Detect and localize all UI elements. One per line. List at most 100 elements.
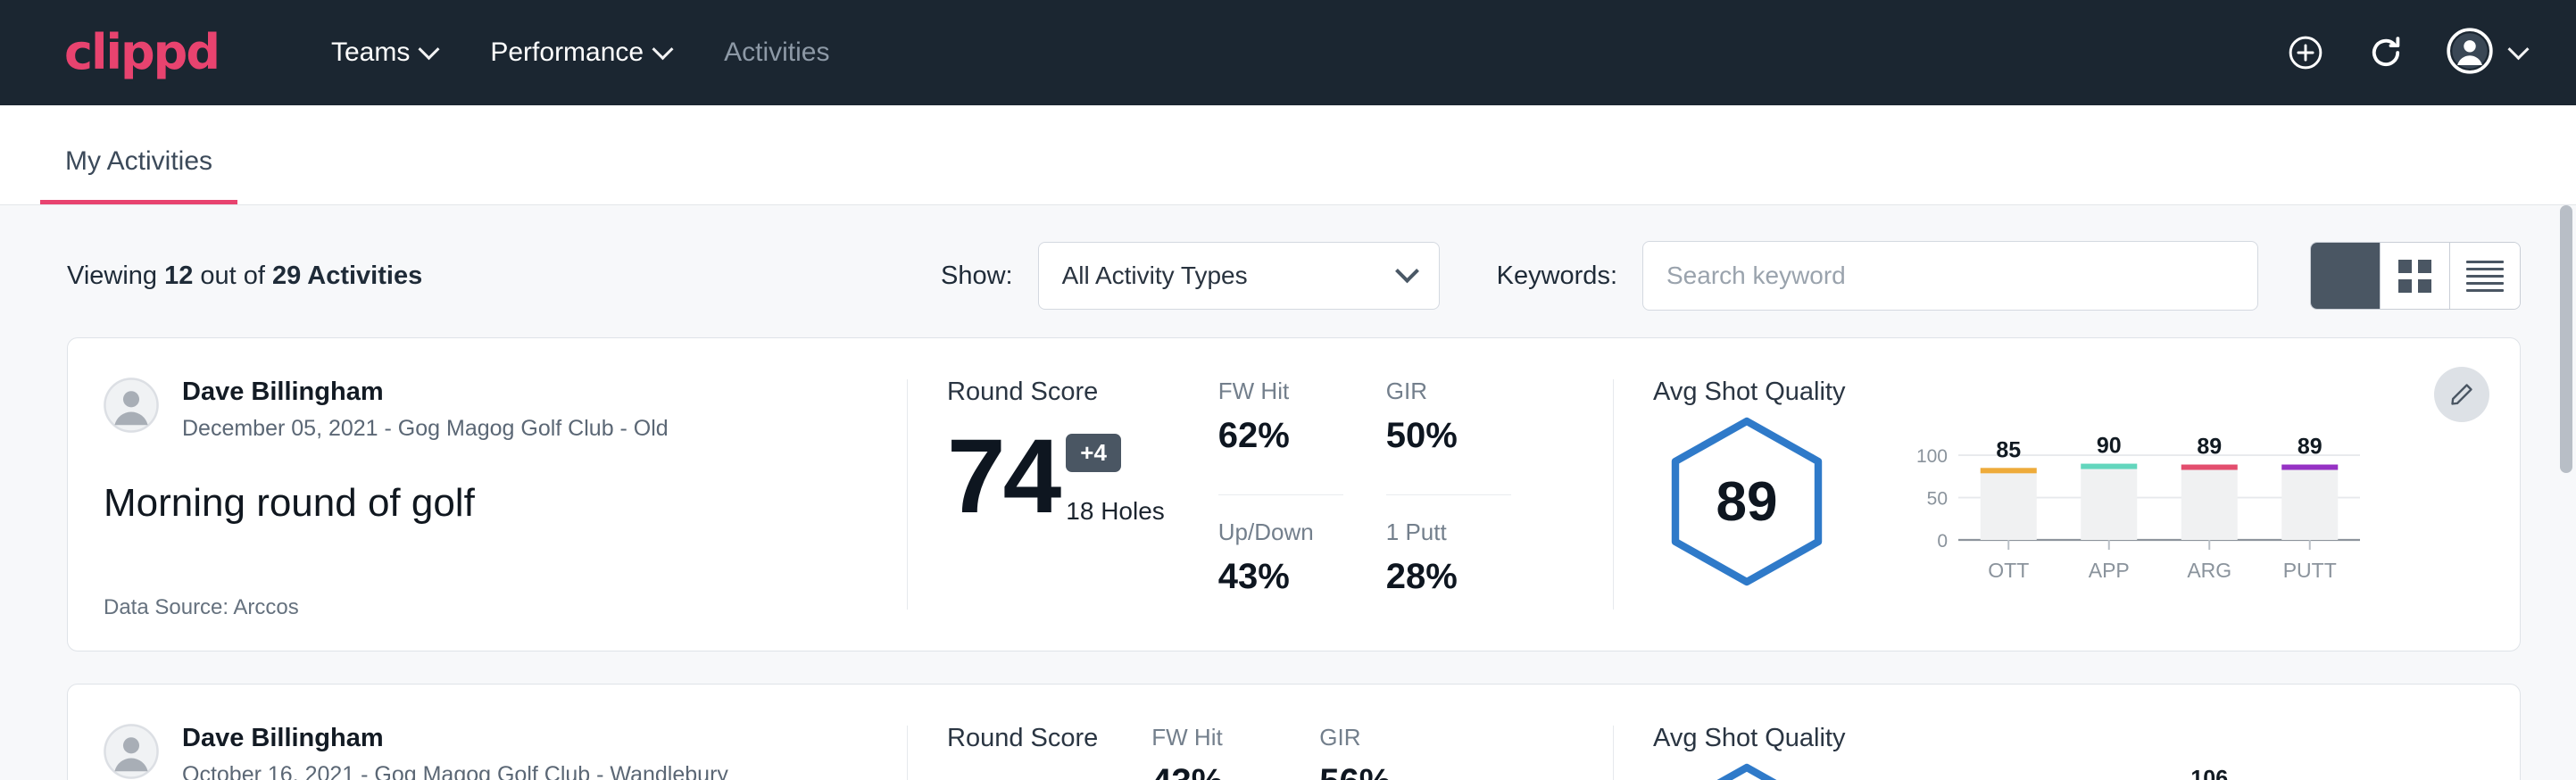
app-logo[interactable]: clippd bbox=[64, 29, 219, 77]
grid-icon bbox=[2398, 260, 2431, 293]
nav-item-performance[interactable]: Performance bbox=[463, 29, 697, 77]
score-row bbox=[947, 775, 1098, 780]
stat-value: 43% bbox=[1218, 557, 1343, 597]
stat-fw-hit: FW Hit 62% bbox=[1218, 378, 1343, 495]
svg-text:94: 94 bbox=[1996, 776, 2021, 780]
nav-item-label: Performance bbox=[490, 37, 644, 68]
stat-value: 50% bbox=[1386, 416, 1511, 456]
activity-author: Dave Billingham October 16, 2021 - Gog M… bbox=[104, 724, 871, 780]
round-score-section: Round Score FW Hit 43% bbox=[908, 685, 1613, 780]
chevron-down-icon bbox=[1395, 259, 1419, 283]
svg-text:ARG: ARG bbox=[2187, 559, 2231, 582]
svg-text:89: 89 bbox=[2197, 435, 2222, 460]
edit-activity-button[interactable] bbox=[2434, 367, 2489, 422]
add-circle-icon[interactable] bbox=[2286, 33, 2325, 72]
activity-card[interactable]: Dave Billingham October 16, 2021 - Gog M… bbox=[67, 684, 2521, 780]
stat-label: FW Hit bbox=[1151, 724, 1276, 751]
compact-list-icon bbox=[2466, 256, 2504, 296]
viewing-middle: out of bbox=[193, 261, 272, 290]
svg-text:85: 85 bbox=[1996, 437, 2021, 462]
avg-shot-quality-label: Avg Shot Quality bbox=[1653, 724, 2413, 753]
stat-label: GIR bbox=[1319, 724, 1444, 751]
svg-text:50: 50 bbox=[1927, 489, 1948, 510]
data-source-label: Data Source: Arccos bbox=[104, 560, 871, 620]
account-avatar-icon bbox=[2447, 28, 2493, 79]
stat-gir: GIR 50% bbox=[1386, 378, 1511, 495]
score-side: +4 18 Holes bbox=[1066, 428, 1165, 526]
activity-author: Dave Billingham December 05, 2021 - Gog … bbox=[104, 378, 871, 442]
round-score-section: Round Score 74 +4 18 Holes FW Hit 62% bbox=[908, 338, 1613, 651]
activity-card-list: Dave Billingham December 05, 2021 - Gog … bbox=[0, 337, 2576, 780]
score-side bbox=[954, 775, 983, 780]
scrollbar-thumb[interactable] bbox=[2560, 205, 2572, 473]
activity-title: Morning round of golf bbox=[104, 481, 871, 526]
quality-hexagon: 89 bbox=[1653, 412, 1841, 591]
nav-item-teams[interactable]: Teams bbox=[304, 29, 463, 77]
stat-value: 28% bbox=[1386, 557, 1511, 597]
quality-body: 89 05010085OTT90APP89ARG89PUTT bbox=[1653, 412, 2413, 591]
search-input[interactable] bbox=[1642, 241, 2258, 311]
activity-card[interactable]: Dave Billingham December 05, 2021 - Gog … bbox=[67, 337, 2521, 651]
list-view-button[interactable] bbox=[2311, 243, 2381, 309]
activity-type-select[interactable]: All Activity Types bbox=[1038, 242, 1440, 310]
avatar bbox=[104, 724, 159, 779]
account-menu[interactable] bbox=[2447, 28, 2526, 79]
score-row: 74 +4 18 Holes bbox=[947, 428, 1165, 526]
viewing-prefix: Viewing bbox=[67, 261, 164, 290]
activity-type-value: All Activity Types bbox=[1062, 261, 1248, 290]
round-score-label: Round Score bbox=[947, 378, 1165, 407]
svg-text:OTT: OTT bbox=[1988, 559, 2029, 582]
stat-gir: GIR 56% bbox=[1319, 724, 1444, 780]
viewing-total: 29 Activities bbox=[272, 261, 422, 290]
nav-item-label: Activities bbox=[724, 37, 829, 68]
shot-quality-bar-chart: 05010085OTT90APP89ARG89PUTT bbox=[1903, 417, 2367, 586]
stat-value: 43% bbox=[1151, 762, 1276, 780]
nav-item-activities[interactable]: Activities bbox=[697, 29, 856, 77]
score-delta-badge: +4 bbox=[1066, 434, 1121, 472]
stat-label: FW Hit bbox=[1218, 378, 1343, 405]
chevron-down-icon bbox=[2507, 38, 2529, 60]
stat-fw-hit: FW Hit 43% bbox=[1151, 724, 1276, 780]
viewing-summary: Viewing 12 out of 29 Activities bbox=[67, 261, 422, 291]
svg-text:90: 90 bbox=[2097, 434, 2122, 459]
keywords-group: Keywords: bbox=[1497, 241, 2258, 311]
top-navigation-bar: clippd Teams Performance Activities bbox=[0, 0, 2576, 105]
keywords-label: Keywords: bbox=[1497, 261, 1617, 291]
shot-quality-bar-chart: 05010094OTT82APP106ARG87PUTT bbox=[1903, 763, 2367, 780]
svg-text:PUTT: PUTT bbox=[2283, 559, 2337, 582]
tab-strip: My Activities bbox=[0, 105, 2576, 205]
view-mode-toggle bbox=[2310, 242, 2521, 310]
author-name: Dave Billingham bbox=[182, 378, 669, 407]
stat-label: 1 Putt bbox=[1386, 519, 1511, 546]
refresh-icon[interactable] bbox=[2366, 33, 2406, 72]
holes-count: 18 Holes bbox=[1066, 497, 1165, 526]
svg-text:106: 106 bbox=[2190, 766, 2228, 780]
compact-view-button[interactable] bbox=[2450, 243, 2520, 309]
activities-content: Viewing 12 out of 29 Activities Show: Al… bbox=[0, 205, 2576, 780]
author-name: Dave Billingham bbox=[182, 724, 728, 753]
svg-text:100: 100 bbox=[1916, 446, 1948, 467]
round-score-block: Round Score 74 +4 18 Holes bbox=[947, 378, 1165, 620]
quality-body: 05010094OTT82APP106ARG87PUTT bbox=[1653, 759, 2413, 780]
activity-summary: Dave Billingham October 16, 2021 - Gog M… bbox=[68, 685, 907, 780]
round-stats-grid: FW Hit 62% GIR 50% Up/Down 43% 1 Putt 28… bbox=[1218, 378, 1511, 620]
chevron-down-icon bbox=[419, 38, 440, 60]
avg-shot-quality-section: Avg Shot Quality 05010094OTT82APP106ARG8… bbox=[1614, 685, 2520, 780]
stat-one-putt: 1 Putt 28% bbox=[1386, 519, 1511, 621]
primary-nav: Teams Performance Activities bbox=[304, 29, 856, 77]
chevron-down-icon bbox=[652, 38, 674, 60]
tab-my-activities[interactable]: My Activities bbox=[40, 146, 237, 204]
toolbar-controls: Show: All Activity Types Keywords: bbox=[941, 241, 2521, 311]
activity-meta: October 16, 2021 - Gog Magog Golf Club -… bbox=[182, 762, 728, 780]
round-score-value: 74 bbox=[947, 428, 1059, 526]
top-bar-actions bbox=[2286, 28, 2526, 79]
quality-score-value: 89 bbox=[1653, 412, 1841, 591]
viewing-count: 12 bbox=[164, 261, 193, 290]
round-score-block: Round Score bbox=[947, 724, 1098, 780]
avg-shot-quality-section: Avg Shot Quality 89 05010085OTT90APP89AR… bbox=[1614, 338, 2520, 651]
avg-shot-quality-label: Avg Shot Quality bbox=[1653, 378, 2413, 407]
svg-text:0: 0 bbox=[1937, 531, 1948, 552]
grid-view-button[interactable] bbox=[2381, 243, 2450, 309]
stat-value: 62% bbox=[1218, 416, 1343, 456]
vertical-scrollbar[interactable] bbox=[2560, 205, 2572, 780]
